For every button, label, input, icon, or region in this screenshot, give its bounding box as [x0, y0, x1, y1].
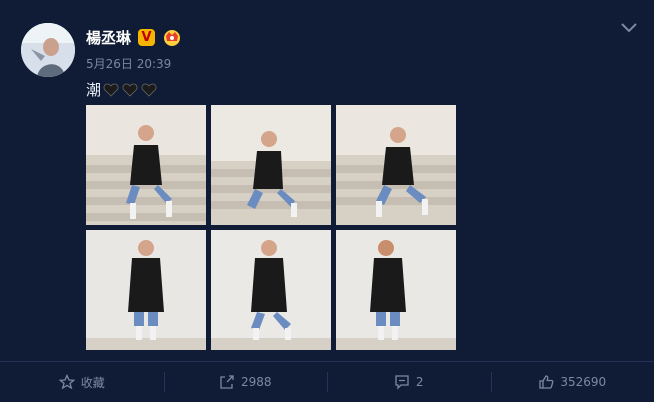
weibo-post: 楊丞琳 V 5月26日 20:39 潮 收藏 2988 2 352690: [0, 0, 654, 402]
share-icon: [220, 375, 234, 389]
post-text-content: 潮: [86, 81, 102, 99]
photo-thumbnail[interactable]: [336, 105, 456, 225]
post-timestamp[interactable]: 5月26日 20:39: [86, 55, 171, 72]
black-heart-icon: [103, 83, 119, 97]
star-icon: [58, 374, 75, 390]
repost-count: 2988: [240, 375, 272, 389]
comment-button[interactable]: 2: [327, 362, 491, 402]
photo-thumbnail[interactable]: [86, 105, 206, 225]
action-bar: 收藏 2988 2 352690: [0, 362, 654, 402]
black-heart-icon: [141, 83, 157, 97]
crown-icon: [162, 27, 182, 47]
verified-badge: V: [138, 29, 155, 46]
black-heart-icon: [122, 83, 138, 97]
repost-button[interactable]: 2988: [163, 362, 328, 402]
heart-emoji-group: [103, 82, 157, 98]
photo-thumbnail[interactable]: [336, 230, 456, 350]
favorite-button[interactable]: 收藏: [0, 362, 164, 402]
thumbs-up-icon: [539, 375, 554, 389]
chevron-down-icon[interactable]: [620, 19, 638, 33]
photo-thumbnail[interactable]: [86, 230, 206, 350]
like-button[interactable]: 352690: [490, 362, 654, 402]
post-text: 潮: [86, 79, 157, 100]
favorite-label: 收藏: [80, 375, 105, 390]
photo-thumbnail[interactable]: [211, 230, 331, 350]
avatar[interactable]: [21, 23, 75, 77]
like-count: 352690: [560, 375, 607, 389]
photo-thumbnail[interactable]: [211, 105, 331, 225]
username[interactable]: 楊丞琳: [86, 27, 131, 48]
comment-count: 2: [415, 375, 424, 389]
comment-icon: [395, 375, 409, 390]
photo-grid: [86, 105, 458, 353]
